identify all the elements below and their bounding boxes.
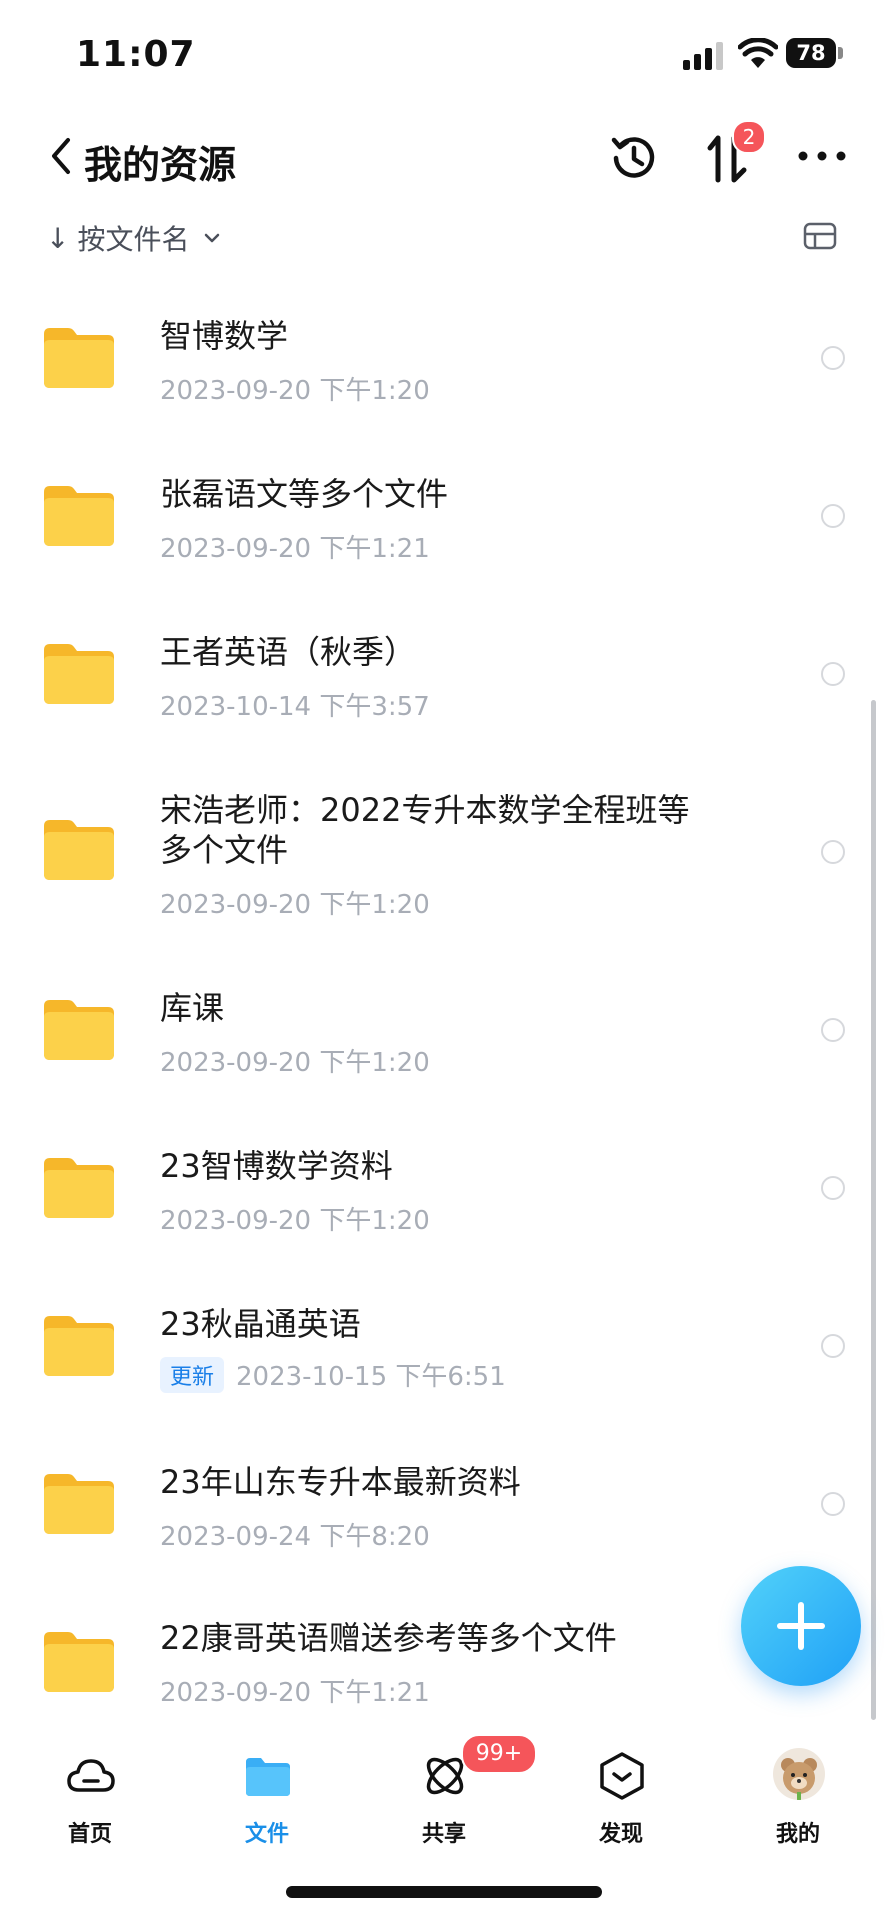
cellular-signal-icon	[683, 42, 723, 70]
tab-home-label: 首页	[67, 1822, 112, 1847]
folder-icon	[44, 1158, 114, 1218]
file-name: 23智博数学资料	[160, 1147, 393, 1185]
tab-discover[interactable]: 发现	[561, 1740, 681, 1847]
list-item[interactable]: 23智博数学资料 2023-09-20 下午1:20	[0, 1108, 887, 1264]
list-item[interactable]: 王者英语（秋季） 2023-10-14 下午3:57	[0, 596, 887, 752]
folder-icon	[44, 328, 114, 388]
file-name: 库课	[160, 989, 225, 1027]
sort-dropdown[interactable]: ↓ 按文件名	[46, 218, 221, 258]
file-name: 22康哥英语赠送参考等多个文件	[160, 1619, 617, 1657]
select-checkbox[interactable]	[821, 1492, 845, 1516]
tab-discover-label: 发现	[598, 1822, 643, 1847]
select-checkbox[interactable]	[821, 662, 845, 686]
tab-mine-label: 我的	[775, 1822, 820, 1847]
tab-files[interactable]: 文件	[207, 1740, 327, 1847]
folder-icon	[44, 1316, 114, 1376]
history-icon[interactable]	[606, 130, 662, 186]
scrollbar[interactable]	[871, 700, 876, 1720]
tab-mine[interactable]: 我的	[738, 1740, 858, 1847]
page-title: 我的资源	[84, 143, 237, 187]
file-name: 宋浩老师：2022专升本数学全程班等 多个文件	[160, 790, 760, 870]
view-mode-icon[interactable]	[803, 222, 837, 250]
chevron-down-icon	[205, 233, 220, 243]
file-date: 2023-09-20 下午1:20	[160, 376, 430, 406]
folder-icon	[44, 1632, 114, 1692]
file-date: 2023-09-24 下午8:20	[160, 1522, 430, 1552]
select-checkbox[interactable]	[821, 840, 845, 864]
file-name-line2: 多个文件	[160, 831, 289, 869]
select-checkbox[interactable]	[821, 346, 845, 370]
share-badge: 99+	[461, 1734, 537, 1774]
list-item[interactable]: 23年山东专升本最新资料 2023-09-24 下午8:20	[0, 1420, 887, 1576]
file-name: 智博数学	[160, 317, 289, 355]
battery-icon: 78	[786, 38, 844, 72]
select-checkbox[interactable]	[821, 1018, 845, 1042]
wifi-icon	[738, 38, 778, 68]
bear-avatar-icon	[781, 1758, 817, 1800]
add-button[interactable]	[741, 1566, 861, 1686]
folder-icon	[44, 1000, 114, 1060]
sort-bar: ↓ 按文件名	[0, 212, 887, 272]
folder-icon	[44, 1474, 114, 1534]
select-checkbox[interactable]	[821, 1334, 845, 1358]
file-date: 2023-09-20 下午1:21	[160, 1678, 430, 1708]
updated-badge: 更新	[160, 1356, 225, 1393]
file-date: 2023-09-20 下午1:20	[160, 890, 430, 920]
file-date-text: 2023-10-15 下午6:51	[236, 1362, 506, 1392]
sort-label: 按文件名	[77, 223, 190, 256]
status-bar: 11:07 78	[0, 0, 887, 110]
avatar	[773, 1748, 825, 1800]
status-time: 11:07	[76, 34, 196, 75]
folder-tab-icon	[246, 1758, 290, 1796]
back-chevron-icon[interactable]	[46, 136, 76, 176]
file-date: 2023-10-14 下午3:57	[160, 692, 430, 722]
list-item[interactable]: 张磊语文等多个文件 2023-09-20 下午1:21	[0, 440, 887, 596]
list-item[interactable]: 库课 2023-09-20 下午1:20	[0, 952, 887, 1108]
tab-files-label: 文件	[244, 1822, 289, 1847]
file-name: 王者英语（秋季）	[160, 633, 417, 671]
transfer-badge: 2	[732, 120, 766, 154]
list-item[interactable]: 23秋晶通英语 更新 2023-10-15 下午6:51	[0, 1264, 887, 1420]
home-indicator	[286, 1886, 602, 1898]
list-item[interactable]: 宋浩老师：2022专升本数学全程班等 多个文件 2023-09-20 下午1:2…	[0, 752, 887, 952]
sort-down-arrow-icon: ↓	[46, 221, 70, 255]
cloud-icon	[67, 1759, 115, 1792]
folder-icon	[44, 486, 114, 546]
plus-icon-bar	[777, 1623, 825, 1629]
tab-bar: 首页 文件 共享 发现 我的	[0, 1730, 887, 1850]
discover-cube-icon	[600, 1752, 644, 1800]
file-date: 更新 2023-10-15 下午6:51	[160, 1356, 506, 1393]
file-name: 23秋晶通英语	[160, 1305, 361, 1343]
battery-level: 78	[796, 41, 826, 65]
more-options-icon[interactable]	[797, 146, 847, 166]
file-name-line1: 宋浩老师：2022专升本数学全程班等	[160, 791, 690, 829]
nav-header: 我的资源 2	[0, 118, 887, 198]
select-checkbox[interactable]	[821, 504, 845, 528]
file-name: 23年山东专升本最新资料	[160, 1463, 521, 1501]
tab-home[interactable]: 首页	[30, 1740, 150, 1847]
file-name: 张磊语文等多个文件	[160, 475, 449, 513]
folder-icon	[44, 644, 114, 704]
file-date: 2023-09-20 下午1:21	[160, 534, 430, 564]
tab-share-label: 共享	[421, 1822, 466, 1847]
folder-icon	[44, 820, 114, 880]
select-checkbox[interactable]	[821, 1176, 845, 1200]
file-date: 2023-09-20 下午1:20	[160, 1206, 430, 1236]
list-item[interactable]: 智博数学 2023-09-20 下午1:20	[0, 284, 887, 440]
file-date: 2023-09-20 下午1:20	[160, 1048, 430, 1078]
